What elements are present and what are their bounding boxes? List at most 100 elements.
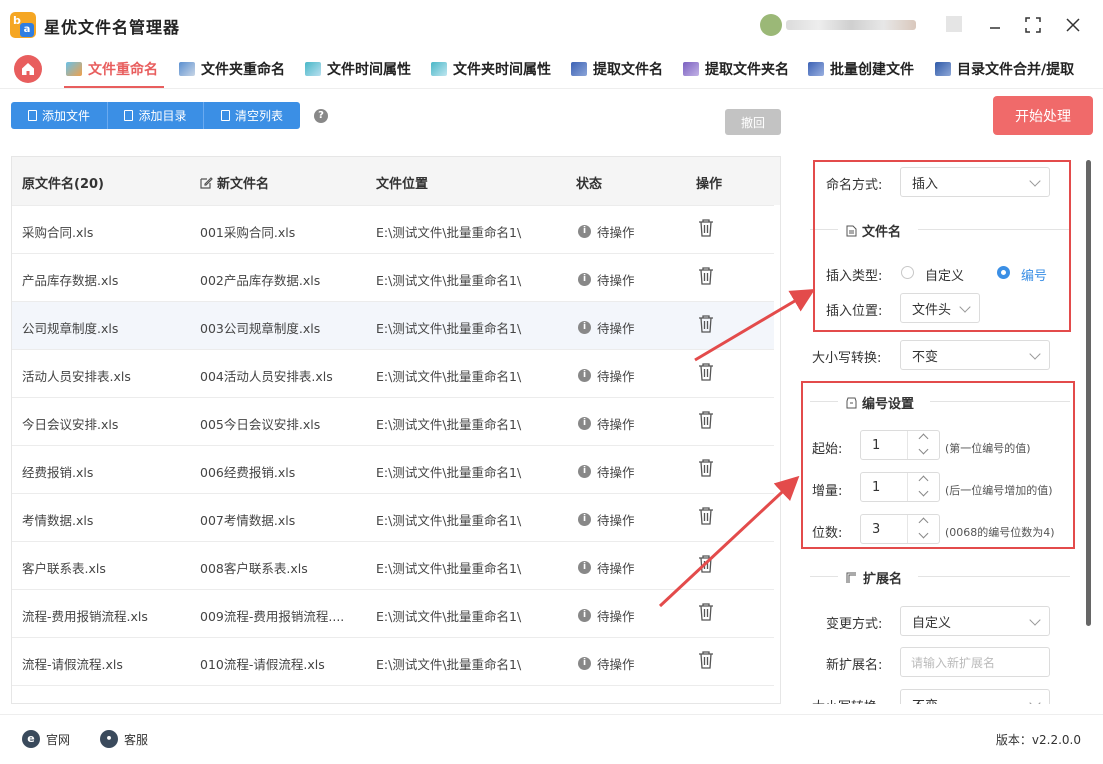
trash-icon[interactable] — [698, 507, 714, 525]
cell-new-name: 008客户联系表.xls — [200, 561, 308, 576]
cell-original-name: 产品库存数据.xls — [22, 273, 119, 288]
trash-icon[interactable] — [698, 411, 714, 429]
add-directory-button[interactable]: 添加目录 — [108, 102, 204, 129]
user-info-blurred[interactable] — [786, 20, 916, 30]
title-bar: b a 星优文件名管理器 — [0, 0, 1103, 48]
info-icon: i — [578, 513, 591, 526]
home-button[interactable] — [14, 55, 42, 83]
ie-icon: e — [22, 730, 40, 748]
table-row[interactable]: 今日会议安排.xls 005今日会议安排.xls E:\测试文件\批量重命名1\ i 待… — [12, 397, 774, 445]
table-row[interactable]: 公司规章制度.xls 003公司规章制度.xls E:\测试文件\批量重命名1\ i 待… — [12, 301, 774, 349]
header-action: 操作 — [696, 177, 723, 192]
trash-icon[interactable] — [698, 603, 714, 621]
table-row[interactable]: 流程-费用报销流程.xls 009流程-费用报销流程.... E:\测试文件\批量重… — [12, 589, 774, 637]
website-label: 官网 — [46, 732, 71, 747]
user-badge-blurred[interactable] — [946, 16, 962, 32]
start-processing-button[interactable]: 开始处理 — [993, 96, 1093, 135]
ext-case-select[interactable]: 不变 — [900, 689, 1050, 704]
trash-icon[interactable] — [698, 315, 714, 333]
panel-scrollbar[interactable] — [1086, 160, 1091, 626]
trash-icon[interactable] — [698, 219, 714, 237]
tab-batch-create[interactable]: 批量创建文件 — [808, 58, 914, 80]
cell-original-name: 公司规章制度.xls — [22, 321, 119, 336]
table-row[interactable]: 客户联系表.xls 008客户联系表.xls E:\测试文件\批量重命名1\ i 待操作 — [12, 541, 774, 589]
support-link[interactable]: • 客服 — [100, 730, 148, 748]
cell-new-name: 005今日会议安排.xls — [200, 417, 321, 432]
header-new-name-label: 新文件名 — [217, 177, 270, 192]
minimize-icon — [990, 27, 1000, 29]
cell-location: E:\测试文件\批量重命名1\ — [376, 561, 522, 576]
cell-original-name: 流程-请假流程.xls — [22, 657, 123, 672]
cell-location: E:\测试文件\批量重命名1\ — [376, 225, 522, 240]
trash-icon[interactable] — [698, 267, 714, 285]
cell-status: i 待操作 — [578, 414, 635, 433]
table-row[interactable]: 流程-请假流程.xls 010流程-请假流程.xls E:\测试文件\批量重命名1\… — [12, 637, 774, 685]
folder-time-icon — [431, 62, 447, 76]
cell-status: i 待操作 — [578, 270, 635, 289]
status-text: 待操作 — [597, 465, 635, 480]
cell-location: E:\测试文件\批量重命名1\ — [376, 513, 522, 528]
folder-icon — [124, 110, 134, 121]
tab-label: 文件夹重命名 — [201, 62, 285, 78]
cell-new-name: 007考情数据.xls — [200, 513, 296, 528]
table-row[interactable]: 采购合同.xls 001采购合同.xls E:\测试文件\批量重命名1\ i 待操作 — [12, 205, 774, 253]
table-row[interactable]: 产品库存数据.xls 002产品库存数据.xls E:\测试文件\批量重命名1\ i 待… — [12, 253, 774, 301]
cell-status: i 待操作 — [578, 558, 635, 577]
add-file-button[interactable]: 添加文件 — [11, 102, 108, 129]
maximize-button[interactable] — [1022, 14, 1044, 36]
trash-icon[interactable] — [698, 363, 714, 381]
main-nav: 文件重命名 文件夹重命名 文件时间属性 文件夹时间属性 提取文件名 提取文件夹名… — [0, 48, 1103, 88]
change-mode-value: 自定义 — [912, 615, 952, 631]
file-table: 原文件名(20) 新文件名 文件位置 状态 操作 采购合同.xls 001采购合同… — [11, 156, 781, 704]
trash-icon[interactable] — [698, 651, 714, 669]
table-row[interactable]: 经费报销.xls 006经费报销.xls E:\测试文件\批量重命名1\ i 待操作 — [12, 445, 774, 493]
extract-filename-icon — [571, 62, 587, 76]
cell-status: i 待操作 — [578, 222, 635, 241]
header-new-name[interactable]: 新文件名 — [200, 173, 269, 192]
tab-extract-filename[interactable]: 提取文件名 — [571, 58, 663, 80]
footer: e 官网 • 客服 版本：v2.2.0.0 — [0, 714, 1103, 764]
tab-label: 目录文件合并/提取 — [957, 62, 1075, 78]
app-title: 星优文件名管理器 — [44, 18, 181, 37]
status-text: 待操作 — [597, 561, 635, 576]
chevron-down-icon — [1029, 697, 1041, 704]
minimize-button[interactable] — [984, 14, 1006, 36]
table-row[interactable]: 活动人员安排表.xls 004活动人员安排表.xls E:\测试文件\批量重命名1\… — [12, 349, 774, 397]
extension-icon — [846, 572, 856, 583]
tab-folder-rename[interactable]: 文件夹重命名 — [179, 58, 285, 80]
header-location: 文件位置 — [376, 177, 429, 192]
cell-new-name: 004活动人员安排表.xls — [200, 369, 333, 384]
trash-icon[interactable] — [698, 459, 714, 477]
header-status: 状态 — [576, 177, 603, 192]
tab-merge-extract[interactable]: 目录文件合并/提取 — [935, 58, 1074, 80]
trash-icon[interactable] — [698, 555, 714, 573]
table-row-partial[interactable] — [12, 685, 774, 703]
section-divider — [918, 576, 1070, 577]
user-avatar[interactable] — [760, 14, 782, 36]
info-icon: i — [578, 321, 591, 334]
clear-list-button[interactable]: 清空列表 — [204, 102, 300, 129]
tab-extract-foldername[interactable]: 提取文件夹名 — [683, 58, 789, 80]
table-row[interactable]: 考情数据.xls 007考情数据.xls E:\测试文件\批量重命名1\ i 待操作 — [12, 493, 774, 541]
info-icon: i — [578, 417, 591, 430]
close-button[interactable] — [1062, 14, 1084, 36]
cell-location: E:\测试文件\批量重命名1\ — [376, 417, 522, 432]
chevron-down-icon — [1029, 614, 1041, 626]
cell-status: i 待操作 — [578, 462, 635, 481]
help-icon[interactable]: ? — [314, 109, 328, 123]
tab-file-time[interactable]: 文件时间属性 — [305, 58, 411, 80]
tab-folder-time[interactable]: 文件夹时间属性 — [431, 58, 551, 80]
undo-button[interactable]: 撤回 — [725, 109, 781, 135]
case-convert-select[interactable]: 不变 — [900, 340, 1050, 370]
home-icon — [22, 63, 34, 75]
cell-location: E:\测试文件\批量重命名1\ — [376, 657, 522, 672]
header-original-name[interactable]: 原文件名(20) — [22, 173, 104, 192]
website-link[interactable]: e 官网 — [22, 730, 70, 748]
new-extension-placeholder: 请输入新扩展名 — [911, 655, 996, 670]
tab-file-rename[interactable]: 文件重命名 — [66, 58, 158, 80]
change-mode-select[interactable]: 自定义 — [900, 606, 1050, 636]
new-extension-input[interactable]: 请输入新扩展名 — [900, 647, 1050, 677]
cell-original-name: 活动人员安排表.xls — [22, 369, 131, 384]
cell-status: i 待操作 — [578, 366, 635, 385]
extension-section-title: 扩展名 — [846, 568, 902, 587]
